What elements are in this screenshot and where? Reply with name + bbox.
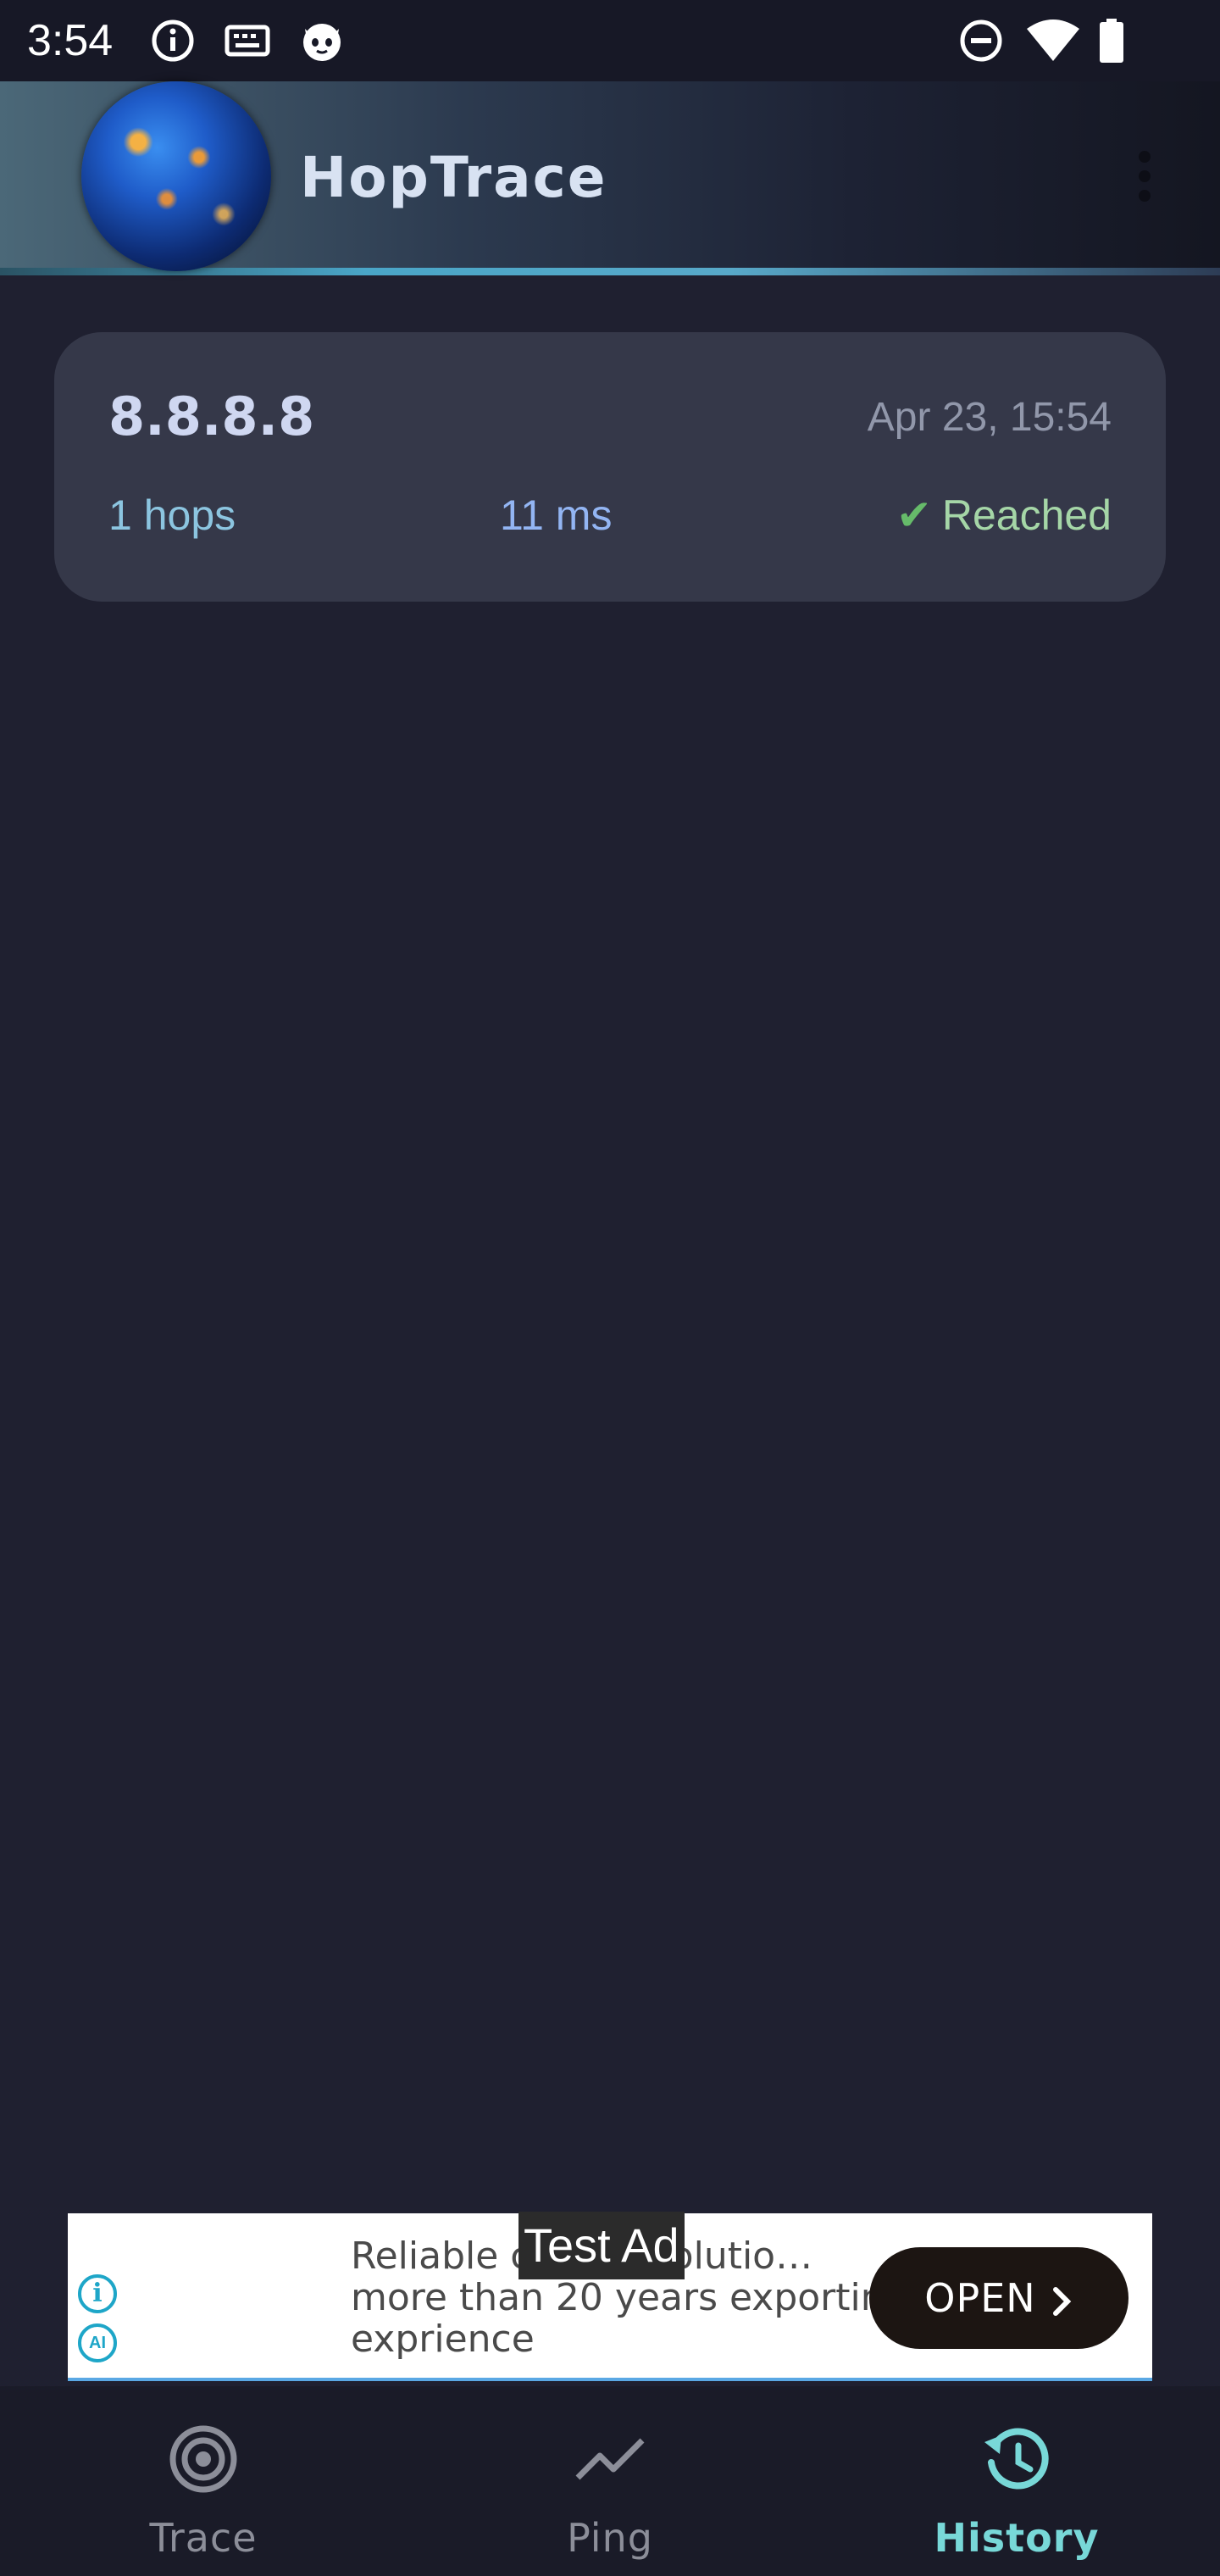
- more-vert-icon[interactable]: [1123, 142, 1166, 210]
- history-hops: 1 hops: [108, 491, 236, 539]
- history-status: ✔ Reached: [896, 488, 1112, 542]
- history-status-label: Reached: [941, 491, 1112, 539]
- nav-label-ping: Ping: [567, 2515, 653, 2561]
- test-ad-badge: Test Ad: [518, 2212, 685, 2279]
- do-not-disturb-icon: [960, 19, 1002, 62]
- trend-line-icon: [575, 2438, 645, 2480]
- nav-item-trace[interactable]: Trace: [0, 2386, 407, 2576]
- nav-label-history: History: [934, 2515, 1100, 2561]
- history-host: 8.8.8.8: [108, 386, 315, 447]
- ad-open-label: OPEN: [924, 2275, 1036, 2321]
- info-icon: [152, 19, 194, 62]
- history-latency: 11 ms: [500, 491, 613, 539]
- nav-label-trace: Trace: [149, 2515, 258, 2561]
- ad-open-button[interactable]: OPEN: [869, 2247, 1128, 2349]
- keyboard-icon: [225, 25, 270, 57]
- nav-item-history[interactable]: History: [813, 2386, 1220, 2576]
- history-card[interactable]: 8.8.8.8 Apr 23, 15:54 1 hops 11 ms ✔ Reac…: [54, 332, 1166, 602]
- history-date: Apr 23, 15:54: [867, 395, 1112, 440]
- target-icon: [169, 2425, 237, 2493]
- battery-icon: [1100, 19, 1123, 63]
- check-icon: ✔: [896, 491, 932, 539]
- app-logo-globe-icon: [81, 81, 271, 271]
- ad-info-icon[interactable]: i: [78, 2274, 117, 2313]
- chevron-right-icon: [1052, 2286, 1071, 2316]
- app-title: HopTrace: [300, 145, 607, 210]
- wifi-icon: [1027, 19, 1079, 61]
- cat-face-icon: [303, 24, 341, 61]
- history-icon: [984, 2428, 1049, 2490]
- bottom-navigation: Trace Ping History: [0, 2386, 1220, 2576]
- nav-item-ping[interactable]: Ping: [407, 2386, 813, 2576]
- status-bar: 3:54: [0, 0, 1220, 81]
- ad-ai-icon[interactable]: AI: [78, 2323, 117, 2362]
- status-time: 3:54: [27, 16, 114, 65]
